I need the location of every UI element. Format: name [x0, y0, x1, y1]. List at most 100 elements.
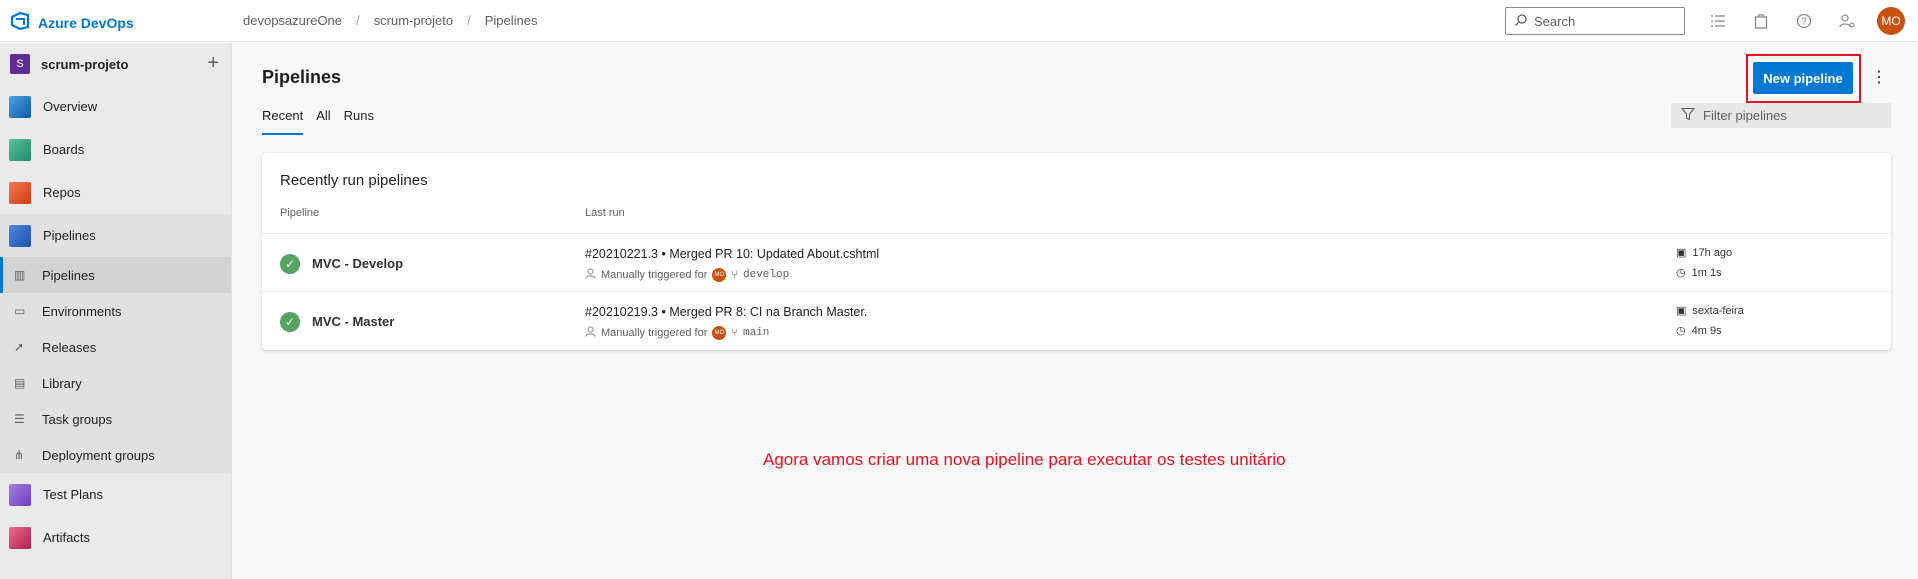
run-time: ▣ sexta-feira — [1676, 304, 1744, 318]
branch-name[interactable]: develop — [743, 269, 789, 281]
overview-icon — [9, 95, 31, 118]
user-settings-icon[interactable] — [1836, 10, 1858, 32]
deployment-groups-icon: ⋔ — [14, 448, 25, 462]
run-duration: ◷ 1m 1s — [1676, 266, 1722, 280]
top-bar: Azure DevOps devopsazureOne / scrum-proj… — [0, 0, 1918, 42]
breadcrumb-separator: / — [356, 13, 360, 28]
run-duration: ◷ 4m 9s — [1676, 324, 1722, 338]
sidebar-item-label: Test Plans — [43, 487, 103, 502]
sidebar-item-label: Artifacts — [43, 530, 90, 545]
sidebar-item-boards[interactable]: Boards — [0, 128, 231, 171]
rocket-icon: ➚ — [14, 340, 25, 354]
run-duration-text: 1m 1s — [1691, 266, 1722, 279]
sidebar-item-overview[interactable]: Overview — [0, 85, 231, 128]
sidebar-subitem-label: Task groups — [42, 411, 113, 427]
breadcrumb-org[interactable]: devopsazureOne — [243, 13, 342, 28]
person-icon — [585, 268, 596, 282]
branch-name[interactable]: main — [743, 327, 769, 339]
project-header[interactable]: S scrum-projeto + — [0, 43, 231, 85]
sidebar-subitem-environments[interactable]: ▭ Environments — [0, 293, 231, 329]
column-header-last-run: Last run — [585, 207, 625, 219]
sidebar-subitem-label: Library — [42, 375, 82, 391]
marketplace-icon[interactable] — [1750, 10, 1772, 32]
sidebar-subitem-deployment-groups[interactable]: ⋔ Deployment groups — [0, 437, 231, 473]
breadcrumb-page[interactable]: Pipelines — [485, 13, 538, 28]
success-icon: ✓ — [280, 312, 300, 332]
pipeline-name[interactable]: MVC - Develop — [312, 256, 403, 271]
task-groups-icon: ☰ — [14, 412, 25, 426]
avatar: MO — [712, 326, 727, 340]
list-icon[interactable] — [1707, 10, 1729, 32]
azure-devops-icon — [10, 11, 30, 34]
trigger-info: Manually triggered for MO ⑂ main — [585, 326, 769, 340]
search-placeholder: Search — [1534, 13, 1576, 29]
svg-text:?: ? — [1801, 17, 1807, 28]
filter-icon — [1680, 107, 1696, 124]
run-time: ▣ 17h ago — [1676, 246, 1732, 260]
sidebar-item-label: Overview — [43, 99, 98, 114]
recent-pipelines-card: Recently run pipelines Pipeline Last run… — [262, 153, 1891, 350]
table-row[interactable]: ✓ MVC - Master #20210219.3 • Merged PR 8… — [262, 291, 1891, 349]
sidebar-item-label: Repos — [43, 185, 81, 200]
breadcrumb-project[interactable]: scrum-projeto — [374, 13, 453, 28]
sidebar-subitem-label: Pipelines — [42, 267, 95, 283]
tab-recent[interactable]: Recent — [262, 108, 304, 135]
run-description[interactable]: #20210219.3 • Merged PR 8: CI na Branch … — [585, 305, 867, 319]
app-logo[interactable]: Azure DevOps — [10, 11, 134, 34]
add-icon[interactable]: + — [207, 52, 219, 75]
project-name: scrum-projeto — [41, 56, 129, 72]
branch-icon: ⑂ — [731, 327, 738, 339]
boards-icon — [9, 138, 31, 161]
pipelines-chart-icon: ▥ — [14, 268, 26, 282]
sidebar-item-repos[interactable]: Repos — [0, 171, 231, 214]
branch-icon: ⑂ — [731, 269, 738, 281]
tab-all[interactable]: All — [316, 108, 330, 135]
trigger-text: Manually triggered for — [601, 269, 708, 281]
environments-icon: ▭ — [14, 304, 26, 318]
sidebar-item-label: Boards — [43, 142, 85, 157]
page-title: Pipelines — [262, 67, 342, 87]
breadcrumb: devopsazureOne / scrum-projeto / Pipelin… — [243, 13, 538, 28]
app-name: Azure DevOps — [38, 14, 134, 31]
sidebar-subitem-task-groups[interactable]: ☰ Task groups — [0, 401, 231, 437]
more-options-icon[interactable]: ⋮ — [1869, 64, 1889, 92]
success-icon: ✓ — [280, 254, 300, 274]
sidebar-subitem-label: Releases — [42, 339, 97, 355]
main-content: Pipelines Recent All Runs New pipeline ⋮… — [233, 43, 1918, 579]
sidebar-subitem-pipelines[interactable]: ▥ Pipelines — [0, 257, 231, 293]
test-plans-icon — [9, 483, 31, 506]
clock-icon: ◷ — [1676, 325, 1686, 337]
person-icon — [585, 326, 596, 340]
library-icon: ▤ — [14, 376, 26, 390]
clock-icon: ◷ — [1676, 267, 1686, 279]
calendar-icon: ▣ — [1676, 305, 1687, 317]
help-icon[interactable]: ? — [1793, 10, 1815, 32]
sidebar: S scrum-projeto + Overview Boards Repos … — [0, 43, 232, 579]
trigger-text: Manually triggered for — [601, 327, 708, 339]
repos-icon — [9, 181, 31, 204]
breadcrumb-separator: / — [467, 13, 471, 28]
table-row[interactable]: ✓ MVC - Develop #20210221.3 • Merged PR … — [262, 233, 1891, 291]
sidebar-subitem-label: Deployment groups — [42, 447, 155, 463]
sidebar-item-artifacts[interactable]: Artifacts — [0, 516, 231, 559]
sidebar-subitem-releases[interactable]: ➚ Releases — [0, 329, 231, 365]
filter-placeholder: Filter pipelines — [1703, 108, 1787, 123]
card-title: Recently run pipelines — [280, 172, 428, 189]
new-pipeline-button[interactable]: New pipeline — [1753, 62, 1853, 94]
calendar-icon: ▣ — [1676, 247, 1687, 259]
search-icon — [1514, 13, 1528, 30]
run-description[interactable]: #20210221.3 • Merged PR 10: Updated Abou… — [585, 247, 879, 261]
tab-runs[interactable]: Runs — [344, 108, 374, 135]
sidebar-subitem-library[interactable]: ▤ Library — [0, 365, 231, 401]
sidebar-item-test-plans[interactable]: Test Plans — [0, 473, 231, 516]
pipelines-icon — [9, 224, 31, 247]
artifacts-icon — [9, 526, 31, 549]
avatar: MO — [712, 268, 727, 282]
sidebar-item-pipelines[interactable]: Pipelines — [0, 214, 231, 257]
filter-input[interactable]: Filter pipelines — [1671, 103, 1891, 128]
pipeline-name[interactable]: MVC - Master — [312, 314, 394, 329]
avatar[interactable]: MO — [1877, 7, 1905, 35]
tabs: Recent All Runs — [262, 108, 374, 135]
search-input[interactable]: Search — [1505, 7, 1685, 35]
sidebar-subitem-label: Environments — [42, 303, 122, 319]
